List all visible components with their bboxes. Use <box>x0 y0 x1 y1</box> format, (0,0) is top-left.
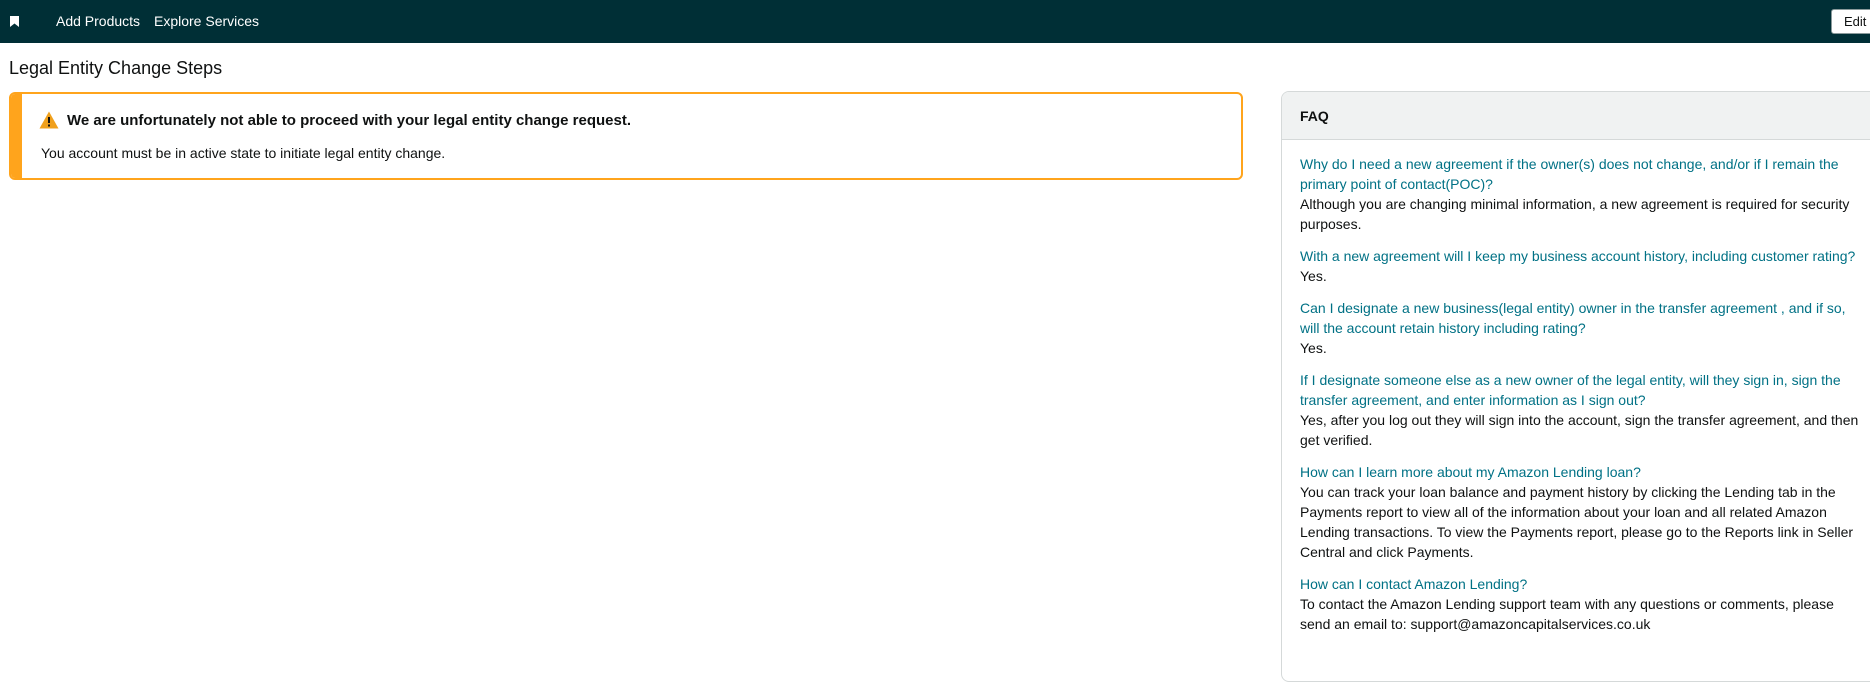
warning-icon <box>39 111 59 129</box>
faq-question-link[interactable]: How can I contact Amazon Lending? <box>1300 574 1860 594</box>
edit-button[interactable]: Edit <box>1831 9 1870 34</box>
faq-question-link[interactable]: If I designate someone else as a new own… <box>1300 370 1860 410</box>
faq-item: Why do I need a new agreement if the own… <box>1300 154 1860 234</box>
faq-question-link[interactable]: Why do I need a new agreement if the own… <box>1300 154 1860 194</box>
top-navigation-bar: Add Products Explore Services Edit <box>0 0 1870 43</box>
bookmark-icon[interactable] <box>10 16 19 27</box>
faq-panel: FAQ Why do I need a new agreement if the… <box>1281 91 1870 682</box>
alert-message: You account must be in active state to i… <box>41 145 446 161</box>
alert-accent-stripe <box>11 94 22 178</box>
faq-list: Why do I need a new agreement if the own… <box>1300 154 1860 646</box>
nav-add-products[interactable]: Add Products <box>56 13 140 29</box>
faq-header: FAQ <box>1282 92 1870 140</box>
warning-alert: We are unfortunately not able to proceed… <box>9 92 1243 180</box>
faq-answer: Although you are changing minimal inform… <box>1300 196 1850 232</box>
faq-answer: Yes, after you log out they will sign in… <box>1300 412 1859 448</box>
faq-item: Can I designate a new business(legal ent… <box>1300 298 1860 358</box>
faq-item: How can I contact Amazon Lending? To con… <box>1300 574 1860 634</box>
faq-question-link[interactable]: With a new agreement will I keep my busi… <box>1300 246 1860 266</box>
alert-heading: We are unfortunately not able to proceed… <box>67 112 631 129</box>
faq-item: With a new agreement will I keep my busi… <box>1300 246 1860 286</box>
page-title: Legal Entity Change Steps <box>9 58 223 78</box>
faq-answer: Yes. <box>1300 268 1327 284</box>
faq-title: FAQ <box>1300 108 1329 124</box>
faq-answer: To contact the Amazon Lending support te… <box>1300 596 1834 632</box>
faq-item: If I designate someone else as a new own… <box>1300 370 1860 450</box>
nav-explore-services[interactable]: Explore Services <box>154 13 259 29</box>
faq-question-link[interactable]: How can I learn more about my Amazon Len… <box>1300 462 1860 482</box>
faq-answer: Yes. <box>1300 340 1327 356</box>
faq-answer: You can track your loan balance and paym… <box>1300 484 1854 560</box>
faq-question-link[interactable]: Can I designate a new business(legal ent… <box>1300 298 1860 338</box>
faq-item: How can I learn more about my Amazon Len… <box>1300 462 1860 562</box>
